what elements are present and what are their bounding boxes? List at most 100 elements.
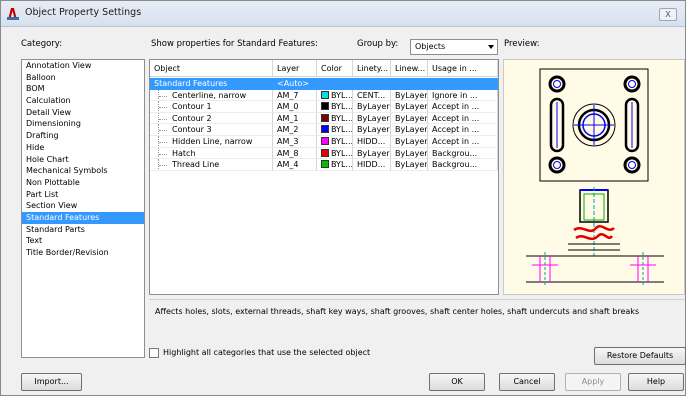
cell-usage-text: Accept in ... [432,102,480,112]
category-item[interactable]: Non Plottable [22,177,144,189]
description-text: Affects holes, slots, external threads, … [155,307,640,316]
cell-color: BYL... [317,112,353,125]
table-row[interactable]: Centerline, narrow AM_7 BYL... CENT... ByLay… [150,89,498,102]
tree-connector [158,112,167,124]
cell-layer: AM_2 [273,124,317,136]
cell-lineweight: ByLayer [391,136,428,148]
cell-linetype-text: ByLayer [357,113,390,123]
cell-lineweight-text: ByLayer [395,90,428,100]
help-button[interactable]: Help [628,373,684,391]
group-by-dropdown[interactable]: Objects [410,39,498,55]
apply-button[interactable]: Apply [565,373,621,391]
table-row[interactable]: Standard Features <Auto> [150,78,498,90]
category-item[interactable]: Section View [22,200,144,212]
restore-defaults-button[interactable]: Restore Defaults [594,347,686,365]
cell-usage [428,78,498,90]
cell-color [317,78,353,90]
cell-color: BYL... [317,136,353,148]
column-header-lineweight[interactable]: Linew... [391,60,428,77]
category-item[interactable]: Text [22,235,144,247]
window-title: Object Property Settings [25,7,142,18]
color-swatch [321,125,329,134]
column-header-usage[interactable]: Usage in ... [428,60,498,77]
color-swatch [321,102,329,111]
cell-usage: Backgrou... [428,159,498,171]
cell-linetype: HIDD... [353,136,391,148]
category-item[interactable]: Detail View [22,107,144,119]
cell-layer: AM_8 [273,147,317,160]
table-row[interactable]: Hatch AM_8 BYL... ByLayer ByLayer Backgrou... [150,147,498,160]
cell-linetype-text: ByLayer [357,148,390,158]
cell-lineweight-text: ByLayer [395,137,428,146]
category-item[interactable]: Mechanical Symbols [22,165,144,177]
category-item[interactable]: Hide [22,142,144,154]
preview-drawing [526,68,664,286]
cell-layer: AM_0 [273,101,317,113]
color-swatch [321,148,329,157]
column-header-object[interactable]: Object [150,60,273,77]
close-button[interactable]: X [659,8,677,21]
cell-color-text: BYL... [331,137,353,146]
column-header-layer[interactable]: Layer [273,60,317,77]
cell-usage: Accept in ... [428,112,498,125]
preview-pane [503,59,685,295]
table-row[interactable]: Hidden Line, narrow AM_3 BYL... HIDD... ByLa… [150,136,498,148]
cell-linetype-text: HIDD... [357,137,386,146]
cell-layer: AM_1 [273,112,317,125]
cancel-button[interactable]: Cancel [499,373,555,391]
category-item[interactable]: Title Border/Revision [22,247,144,259]
table-row[interactable]: Contour 3 AM_2 BYL... ByLayer ByLayer Accept … [150,124,498,136]
cell-linetype: CENT... [353,89,391,102]
cell-layer-text: AM_2 [277,125,299,135]
category-item[interactable]: Part List [22,189,144,201]
cell-lineweight: ByLayer [391,101,428,113]
cell-object: Standard Features [150,78,273,90]
cell-linetype: ByLayer [353,112,391,125]
cell-color-text: BYL... [331,160,353,170]
category-item[interactable]: Annotation View [22,60,144,72]
cell-lineweight-text: ByLayer [395,125,428,135]
cell-linetype-text: CENT... [357,90,386,100]
ok-button[interactable]: OK [429,373,485,391]
tree-connector [158,147,167,159]
dialog-window: Object Property Settings X Category: Sho… [0,0,686,396]
cell-usage: Accept in ... [428,101,498,113]
category-item[interactable]: Balloon [22,72,144,84]
cell-linetype-text: HIDD... [357,160,386,170]
import-button[interactable]: Import... [21,373,82,391]
table-row[interactable]: Thread Line AM_4 BYL... HIDD... ByLayer Backg… [150,159,498,171]
cell-layer-text: AM_3 [277,137,299,146]
category-item[interactable]: Standard Features [22,211,144,224]
category-item[interactable]: BOM [22,83,144,95]
group-by-value: Objects [415,42,446,51]
app-icon [7,8,19,20]
cell-lineweight: ByLayer [391,89,428,102]
tree-connector [158,159,167,170]
cell-color-text: BYL... [331,102,353,112]
preview-plate-view [539,68,649,182]
table-row[interactable]: Contour 2 AM_1 BYL... ByLayer ByLayer Accept … [150,112,498,125]
object-properties-grid[interactable]: Object Layer Color Linety... Linew... Us… [149,59,499,295]
category-item[interactable]: Drafting [22,130,144,142]
category-list[interactable]: Annotation View Balloon BOM Calculation Deta… [21,59,145,358]
category-item[interactable]: Standard Parts [22,224,144,236]
preview-section-view [526,187,664,286]
column-header-linetype[interactable]: Linety... [353,60,391,77]
highlight-categories-checkbox[interactable] [149,348,159,358]
cell-lineweight-text: ByLayer [395,148,428,158]
cell-object-text: Thread Line [172,160,220,170]
cell-usage: Backgrou... [428,147,498,160]
cell-color-text: BYL... [331,125,353,135]
category-item[interactable]: Dimensioning [22,118,144,130]
cell-usage: Accept in ... [428,124,498,136]
category-item[interactable]: Hole Chart [22,154,144,166]
column-header-color[interactable]: Color [317,60,353,77]
cell-object: Contour 1 [150,101,273,113]
group-by-label: Group by: [357,39,399,49]
category-item[interactable]: Calculation [22,95,144,107]
table-row[interactable]: Contour 1 AM_0 BYL... ByLayer ByLayer Accept … [150,101,498,113]
cell-layer-text: AM_8 [277,148,299,158]
cell-usage-text: Backgrou... [432,148,478,158]
cell-color-text: BYL... [331,148,353,158]
cell-linetype-text: ByLayer [357,102,390,112]
